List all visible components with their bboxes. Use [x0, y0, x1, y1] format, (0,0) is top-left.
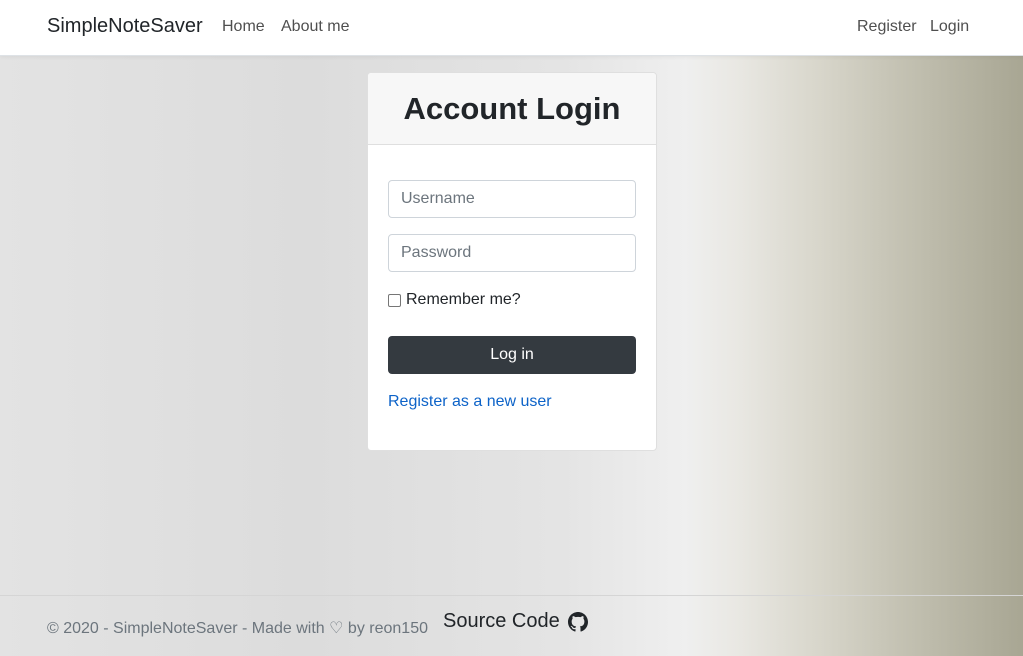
page-title: Account Login [403, 90, 621, 126]
login-button[interactable]: Log in [388, 336, 636, 374]
source-code-link[interactable]: Source Code [443, 610, 588, 633]
github-icon [567, 611, 588, 632]
login-card: Account Login Remember me? Log in Regist… [367, 72, 657, 451]
top-navbar: SimpleNoteSaver Home About me Register L… [0, 0, 1023, 56]
nav-register-link[interactable]: Register [857, 18, 917, 36]
footer-copyright: © 2020 - SimpleNoteSaver - Made with ♡ b… [47, 620, 428, 637]
remember-me-label: Remember me? [406, 291, 521, 308]
remember-me-checkbox[interactable] [388, 293, 401, 307]
nav-login-link[interactable]: Login [930, 18, 969, 36]
username-input[interactable] [388, 180, 636, 218]
nav-home-link[interactable]: Home [222, 18, 265, 36]
brand-link[interactable]: SimpleNoteSaver [47, 15, 203, 38]
register-new-user-link[interactable]: Register as a new user [388, 393, 552, 411]
card-header: Account Login [368, 73, 656, 145]
footer: © 2020 - SimpleNoteSaver - Made with ♡ b… [0, 595, 1023, 656]
nav-about-link[interactable]: About me [281, 18, 349, 36]
source-code-label: Source Code [443, 610, 560, 632]
remember-me: Remember me? [388, 291, 521, 309]
password-input[interactable] [388, 234, 636, 272]
